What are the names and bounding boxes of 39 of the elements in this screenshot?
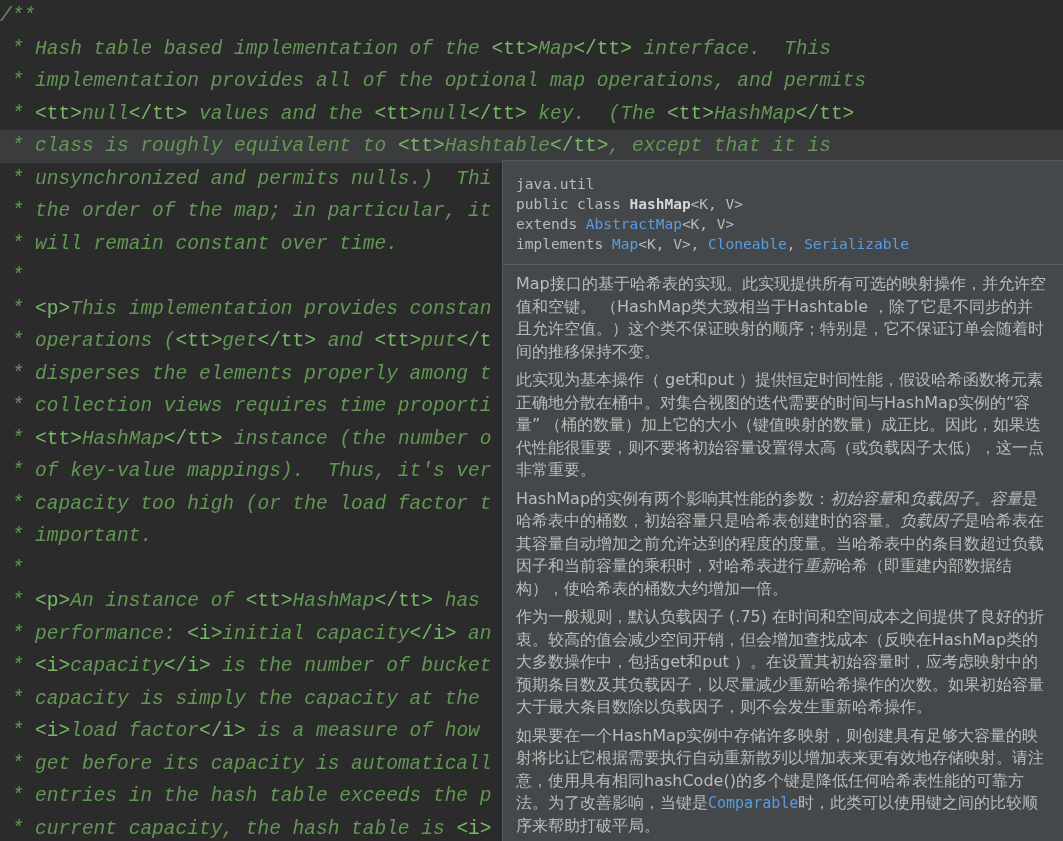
code-line: * <tt>null</tt> values and the <tt>null</tt> key. (The <tt>HashMap</tt> bbox=[10, 101, 855, 127]
code-line: * the order of the map; in particular, it bbox=[10, 199, 492, 224]
signature-line: public class HashMap<K, V> bbox=[516, 195, 743, 214]
code-line: * disperses the elements properly among t bbox=[10, 361, 492, 387]
code-line: * Hash table based implementation of the <tt>Map</tt> interface. This bbox=[10, 36, 831, 62]
type-link[interactable]: Map bbox=[612, 236, 639, 252]
doc-paragraph: 此实现为基本操作（ get和put ）提供恒定时间性能，假设哈希函数将元素正确地分散在桶中。对集合视图的迭代需要的时间与HashMap实例的“容量” （桶的数量）加上它的大小（键值映射的数量）成正比。因此，如果迭代性能很重要，则不要将初始容量设置得太高（或负载因子太低），这一点非常重要。 bbox=[516, 369, 1045, 481]
code-line: * get before its capacity is automaticall bbox=[10, 751, 492, 777]
code-line: * implementation provides all of the optional map operations, and permits bbox=[10, 69, 866, 94]
code-line: * bbox=[10, 556, 24, 582]
code-line: * important. bbox=[10, 524, 153, 549]
code-line: * operations (<tt>get</tt> and <tt>put</t bbox=[10, 329, 492, 354]
doc-paragraph: Map接口的基于哈希表的实现。此实现提供所有可选的映射操作，并允许空值和空键。 （HashMap类大致相当于Hashtable ，除了它是不同步的并且允许空值。）这个类不保证映射的顺序；特别是，它不保证订单会随着时间的推移保持不变。 bbox=[516, 273, 1047, 363]
code-line: * performance: <i>initial capacity</i> an bbox=[10, 621, 492, 647]
signature-line: extends AbstractMap<K, V> bbox=[516, 215, 735, 234]
type-link[interactable]: Cloneable bbox=[708, 236, 787, 252]
code-line: * <i>load factor</i> is a measure of how bbox=[10, 719, 480, 744]
signature-line: implements Map<K, V>, Cloneable, Serializable bbox=[516, 235, 909, 254]
code-line: * current capacity, the hash table is <i> bbox=[10, 816, 492, 841]
code-line: * entries in the hash table exceeds the p bbox=[10, 784, 492, 809]
doc-paragraph: 如果要在一个HashMap实例中存储许多映射，则创建具有足够大容量的映射将比让它根据需要执行自动重新散列以增加表来更有效地存储映射。请注意，使用具有相同hashCode()的多个键是降低任何哈希表性能的可靠方法。为了改善影响，当键是Comparable时，此类可以使用键之间的比较顺序来帮助打破平局。 bbox=[516, 724, 1045, 837]
type-link[interactable]: Serializable bbox=[804, 236, 909, 252]
code-line: * will remain constant over time. bbox=[10, 231, 398, 257]
code-line: * <p>An instance of <tt>HashMap</tt> has bbox=[10, 589, 480, 614]
code-line: /** bbox=[0, 4, 36, 29]
doc-paragraph: HashMap的实例有两个影响其性能的参数：初始容量和负载因子。容量是哈希表中的桶数，初始容量只是哈希表创建时的容量。负载因子是哈希表在其容量自动增加之前允许达到的程度的度量。当哈希表中的条目数超过负载因子和当前容量的乘积时，对哈希表进行重新哈希（即重建内部数据结构），使哈希表的桶数大约增加一倍。 bbox=[516, 487, 1045, 600]
code-line: * capacity too high (or the load factor t bbox=[10, 491, 492, 517]
signature-line: java.util bbox=[516, 175, 595, 194]
class-link[interactable]: Comparable bbox=[708, 794, 799, 812]
code-line: * of key-value mappings). Thus, it's ver bbox=[10, 459, 492, 484]
doc-paragraph: 作为一般规则，默认负载因子 (.75) 在时间和空间成本之间提供了良好的折衷。较高的值会减少空间开销，但会增加查找成本（反映在HashMap类的大多数操作中，包括get和put ）。在设置其初始容量时，应考虑映射中的预期条目数及其负载因子，以尽量减少重新哈希操作的次数。如果初始容量大于最大条目数除以负载因子，则不会发生重新哈希操作。 bbox=[516, 606, 1046, 718]
code-line: * capacity is simply the capacity at the bbox=[10, 686, 480, 712]
code-line: * unsynchronized and permits nulls.) Thi bbox=[10, 166, 492, 192]
code-line: * <tt>HashMap</tt> instance (the number o bbox=[10, 426, 492, 452]
code-line: * bbox=[10, 264, 24, 289]
code-line: * <i>capacity</i> is the number of bucket bbox=[10, 654, 492, 679]
code-line: * <p>This implementation provides constan bbox=[10, 296, 492, 322]
type-link[interactable]: AbstractMap bbox=[585, 216, 682, 232]
code-line: * collection views requires time proporti bbox=[10, 394, 492, 419]
